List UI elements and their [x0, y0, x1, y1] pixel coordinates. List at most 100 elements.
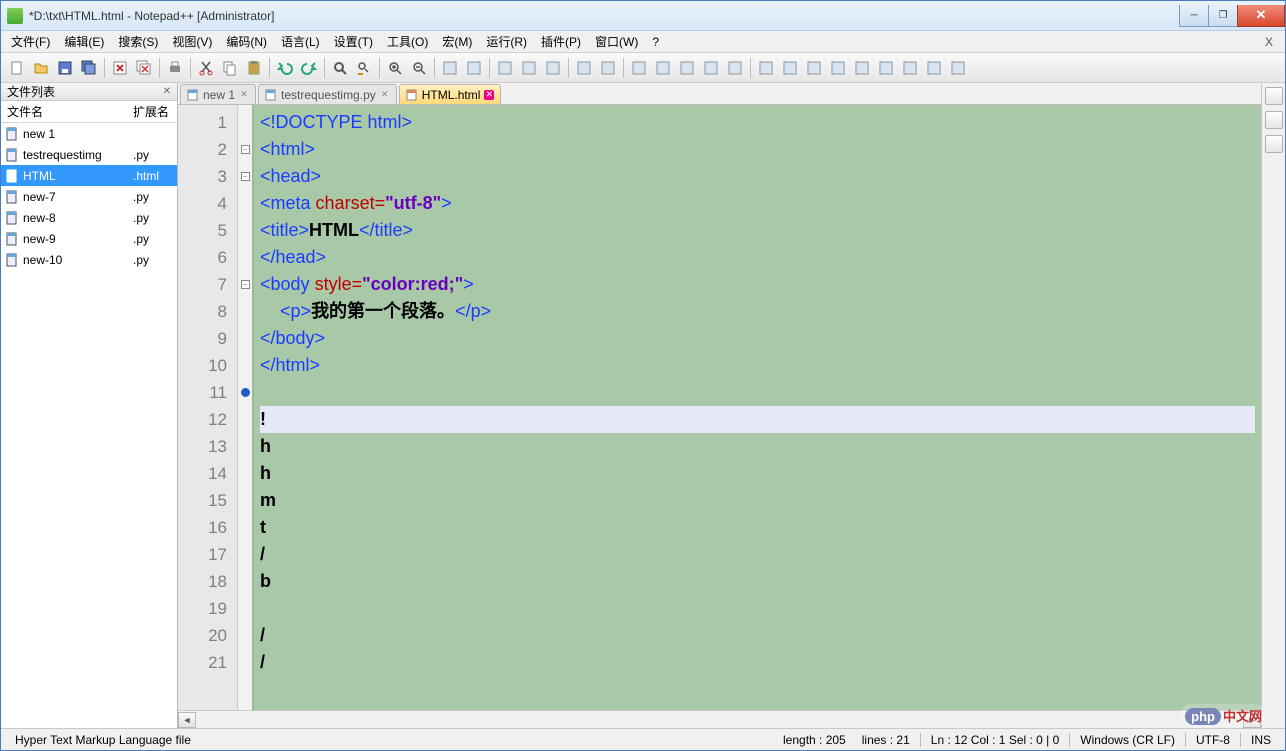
- print-icon[interactable]: [164, 57, 186, 79]
- file-row-testrequestimg[interactable]: testrequestimg.py: [1, 144, 177, 165]
- code-line-18[interactable]: b: [260, 568, 1255, 595]
- lang-icon[interactable]: [573, 57, 595, 79]
- tab-close-icon[interactable]: ✕: [380, 90, 390, 100]
- menu-plugins[interactable]: 插件(P): [535, 31, 587, 52]
- menu-help[interactable]: ?: [646, 33, 665, 51]
- file-row-HTML[interactable]: HTML.html: [1, 165, 177, 186]
- save-all-icon[interactable]: [78, 57, 100, 79]
- undo-icon[interactable]: [274, 57, 296, 79]
- code-line-13[interactable]: h: [260, 433, 1255, 460]
- tab-HTML.html[interactable]: HTML.html✕: [399, 84, 502, 104]
- code-line-6[interactable]: </head>: [260, 244, 1255, 271]
- tab-close-icon[interactable]: ✕: [484, 90, 494, 100]
- sidebar-close-icon[interactable]: ✕: [163, 86, 171, 97]
- code-line-1[interactable]: <!DOCTYPE html>: [260, 109, 1255, 136]
- menu-settings[interactable]: 设置(T): [328, 31, 379, 52]
- code-line-17[interactable]: /: [260, 541, 1255, 568]
- code-line-20[interactable]: /: [260, 622, 1255, 649]
- doc-close-button[interactable]: X: [1257, 35, 1281, 49]
- zoom-in-icon[interactable]: [384, 57, 406, 79]
- folder-toggle-icon[interactable]: [1265, 135, 1283, 153]
- cut-icon[interactable]: [195, 57, 217, 79]
- save-macro-icon[interactable]: [724, 57, 746, 79]
- tab-new 1[interactable]: new 1✕: [180, 84, 256, 104]
- code-line-9[interactable]: </body>: [260, 325, 1255, 352]
- hide-icon[interactable]: [875, 57, 897, 79]
- code-line-19[interactable]: [260, 595, 1255, 622]
- status-insert-mode[interactable]: INS: [1243, 733, 1279, 747]
- menu-run[interactable]: 运行(R): [480, 31, 533, 52]
- maximize-button[interactable]: ❐: [1208, 5, 1238, 27]
- fold-icon[interactable]: [827, 57, 849, 79]
- code-line-14[interactable]: h: [260, 460, 1255, 487]
- tab-testrequestimg.py[interactable]: testrequestimg.py✕: [258, 84, 397, 104]
- menu-edit[interactable]: 编辑(E): [58, 31, 110, 52]
- replace-icon[interactable]: [353, 57, 375, 79]
- code-editor[interactable]: <!DOCTYPE html><html><head><meta charset…: [254, 105, 1261, 710]
- zoom-out-icon[interactable]: [408, 57, 430, 79]
- code-line-15[interactable]: m: [260, 487, 1255, 514]
- code-line-3[interactable]: <head>: [260, 163, 1255, 190]
- code-line-5[interactable]: <title>HTML</title>: [260, 217, 1255, 244]
- new-file-icon[interactable]: [6, 57, 28, 79]
- funclist-toggle-icon[interactable]: [1265, 111, 1283, 129]
- docmap-toggle-icon[interactable]: [1265, 87, 1283, 105]
- file-row-new-8[interactable]: new-8.py: [1, 207, 177, 228]
- code-line-21[interactable]: /: [260, 649, 1255, 676]
- horizontal-scrollbar[interactable]: ◄ ►: [178, 710, 1261, 728]
- menu-view[interactable]: 视图(V): [166, 31, 218, 52]
- col-filename[interactable]: 文件名: [1, 103, 127, 120]
- code-line-12[interactable]: !: [260, 406, 1255, 433]
- abc-icon[interactable]: [947, 57, 969, 79]
- menu-window[interactable]: 窗口(W): [589, 31, 644, 52]
- menu-macro[interactable]: 宏(M): [436, 31, 478, 52]
- file-row-new-9[interactable]: new-9.py: [1, 228, 177, 249]
- status-encoding[interactable]: UTF-8: [1188, 733, 1238, 747]
- code-line-7[interactable]: <body style="color:red;">: [260, 271, 1255, 298]
- menu-file[interactable]: 文件(F): [5, 31, 56, 52]
- tab-close-icon[interactable]: ✕: [239, 90, 249, 100]
- expand-icon[interactable]: [899, 57, 921, 79]
- stop-icon[interactable]: [652, 57, 674, 79]
- menu-language[interactable]: 语言(L): [275, 31, 326, 52]
- code-line-4[interactable]: <meta charset="utf-8">: [260, 190, 1255, 217]
- code-line-8[interactable]: <p>我的第一个段落。</p>: [260, 298, 1255, 325]
- file-row-new-10[interactable]: new-10.py: [1, 249, 177, 270]
- col-ext[interactable]: 扩展名: [127, 103, 177, 120]
- unfold-icon[interactable]: [851, 57, 873, 79]
- file-row-new 1[interactable]: new 1: [1, 123, 177, 144]
- eye-icon[interactable]: [597, 57, 619, 79]
- menu-search[interactable]: 搜索(S): [112, 31, 164, 52]
- paste-icon[interactable]: [243, 57, 265, 79]
- close-icon[interactable]: [109, 57, 131, 79]
- code-line-16[interactable]: t: [260, 514, 1255, 541]
- code-line-10[interactable]: </html>: [260, 352, 1255, 379]
- save-icon[interactable]: [54, 57, 76, 79]
- indent-guide-icon[interactable]: [542, 57, 564, 79]
- open-file-icon[interactable]: [30, 57, 52, 79]
- copy-icon[interactable]: [219, 57, 241, 79]
- menu-tools[interactable]: 工具(O): [381, 31, 434, 52]
- file-row-new-7[interactable]: new-7.py: [1, 186, 177, 207]
- record-icon[interactable]: [628, 57, 650, 79]
- close-window-button[interactable]: ✕: [1237, 5, 1285, 27]
- close-all-icon[interactable]: [133, 57, 155, 79]
- status-eol[interactable]: Windows (CR LF): [1072, 733, 1183, 747]
- wrap2-icon[interactable]: [803, 57, 825, 79]
- sync-h-icon[interactable]: [463, 57, 485, 79]
- fold-margin[interactable]: −−−: [238, 105, 254, 710]
- minimize-button[interactable]: ─: [1179, 5, 1209, 27]
- spellcheck-icon[interactable]: [923, 57, 945, 79]
- play-multi-icon[interactable]: [700, 57, 722, 79]
- indent-icon[interactable]: [779, 57, 801, 79]
- code-line-2[interactable]: <html>: [260, 136, 1255, 163]
- find-icon[interactable]: [329, 57, 351, 79]
- scroll-left-icon[interactable]: ◄: [178, 712, 196, 728]
- code-line-11[interactable]: [260, 379, 1255, 406]
- menu-encoding[interactable]: 编码(N): [220, 31, 273, 52]
- sync-v-icon[interactable]: [439, 57, 461, 79]
- wrap-icon[interactable]: [494, 57, 516, 79]
- redo-icon[interactable]: [298, 57, 320, 79]
- outdent-icon[interactable]: [755, 57, 777, 79]
- play-icon[interactable]: [676, 57, 698, 79]
